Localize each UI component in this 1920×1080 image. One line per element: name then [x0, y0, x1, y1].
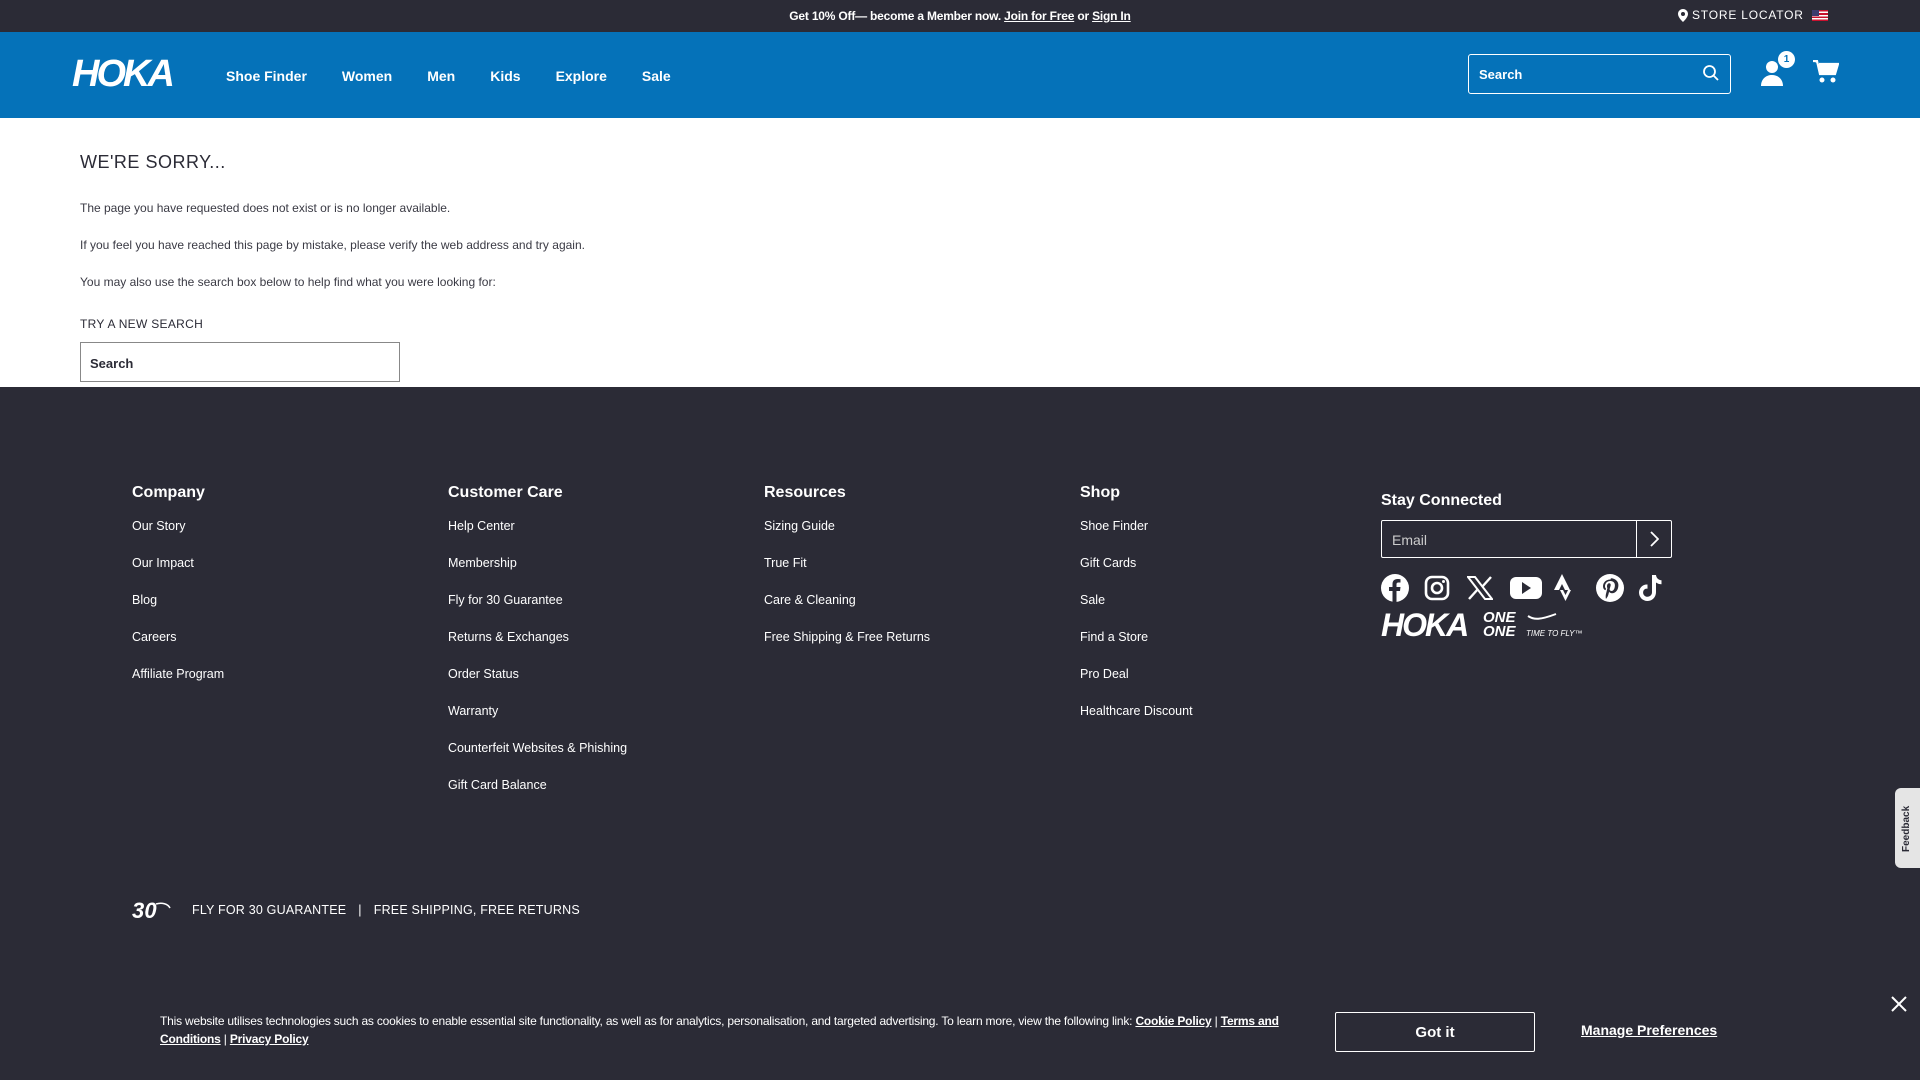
hoka-logo[interactable]: HOKA: [72, 52, 184, 92]
pinterest-icon[interactable]: [1596, 574, 1639, 602]
email-submit-button[interactable]: [1636, 521, 1671, 557]
cookie-separator: |: [1211, 1014, 1221, 1028]
footer-link[interactable]: Gift Cards: [1080, 556, 1193, 593]
chevron-right-icon: [1650, 531, 1659, 547]
location-pin-icon: [1678, 8, 1688, 22]
header-search-input[interactable]: [1479, 65, 1699, 83]
nav-explore[interactable]: Explore: [556, 68, 607, 84]
footer-link[interactable]: Fly for 30 Guarantee: [448, 593, 627, 630]
nav-sale[interactable]: Sale: [642, 68, 671, 84]
page-title: WE'RE SORRY...: [80, 152, 226, 172]
error-content: WE'RE SORRY... The page you have request…: [0, 118, 1920, 387]
footer-link[interactable]: Membership: [448, 556, 627, 593]
footer-link[interactable]: Blog: [132, 593, 224, 630]
manage-preferences-link[interactable]: Manage Preferences: [1581, 1022, 1717, 1038]
footer-link[interactable]: Returns & Exchanges: [448, 630, 627, 667]
cookie-separator: |: [220, 1032, 230, 1046]
error-message-3: You may also use the search box below to…: [80, 275, 496, 289]
footer-link[interactable]: Pro Deal: [1080, 667, 1193, 704]
footer-link[interactable]: Counterfeit Websites & Phishing: [448, 741, 627, 778]
svg-text:ONE: ONE: [1483, 623, 1517, 640]
error-message-1: The page you have requested does not exi…: [80, 201, 451, 215]
footer-link[interactable]: Our Impact: [132, 556, 224, 593]
nav-women[interactable]: Women: [342, 68, 392, 84]
guarantee-separator: |: [358, 903, 362, 917]
promo-text: Get 10% Off— become a Member now. Join f…: [0, 9, 1920, 23]
account-badge: 1: [1778, 51, 1795, 68]
footer-link[interactable]: Find a Store: [1080, 630, 1193, 667]
footer-col-customer-care: Customer Care Help Center Membership Fly…: [448, 484, 627, 815]
svg-text:HOKA: HOKA: [72, 53, 172, 92]
footer-link[interactable]: Care & Cleaning: [764, 593, 930, 630]
instagram-icon[interactable]: [1424, 574, 1467, 602]
footer-heading: Company: [132, 484, 205, 501]
footer-link[interactable]: Warranty: [448, 704, 627, 741]
footer-link[interactable]: Careers: [132, 630, 224, 667]
tiktok-icon[interactable]: [1639, 574, 1682, 602]
nav-shoe-finder[interactable]: Shoe Finder: [226, 68, 307, 84]
x-icon[interactable]: [1467, 574, 1510, 602]
footer-heading: Resources: [764, 484, 846, 501]
cart-icon[interactable]: [1813, 60, 1839, 84]
promo-bar: Get 10% Off— become a Member now. Join f…: [0, 0, 1920, 32]
footer-link[interactable]: Sizing Guide: [764, 519, 930, 556]
promo-or: or: [1074, 9, 1093, 23]
store-locator-label: STORE LOCATOR: [1692, 8, 1804, 22]
search-icon[interactable]: [1702, 64, 1720, 82]
footer-link[interactable]: Shoe Finder: [1080, 519, 1193, 556]
main-nav: Shoe Finder Women Men Kids Explore Sale: [226, 68, 706, 84]
nav-kids[interactable]: Kids: [490, 68, 520, 84]
svg-text:TIME TO FLY™: TIME TO FLY™: [1526, 629, 1582, 638]
footer-col-resources: Resources Sizing Guide True Fit Care & C…: [764, 484, 930, 667]
privacy-link[interactable]: Privacy Policy: [230, 1032, 309, 1046]
footer-link[interactable]: Free Shipping & Free Returns: [764, 630, 930, 667]
header-search: [1468, 54, 1731, 94]
svg-text:HOKA: HOKA: [1381, 608, 1467, 640]
site-header: HOKA Shoe Finder Women Men Kids Explore …: [0, 32, 1920, 118]
guarantee-text[interactable]: FLY FOR 30 GUARANTEE: [192, 903, 346, 917]
hoka-one-one-logo: HOKA ONE ONE TIME TO FLY™: [1381, 607, 1591, 645]
footer-link[interactable]: Our Story: [132, 519, 224, 556]
footer-link[interactable]: Order Status: [448, 667, 627, 704]
error-message-2: If you feel you have reached this page b…: [80, 238, 585, 252]
social-links: [1381, 574, 1682, 602]
facebook-icon[interactable]: [1381, 574, 1424, 602]
shipping-text[interactable]: FREE SHIPPING, FREE RETURNS: [374, 903, 580, 917]
feedback-label: Feedback: [1901, 805, 1912, 852]
stay-connected-heading: Stay Connected: [1381, 492, 1502, 509]
footer-link[interactable]: Help Center: [448, 519, 627, 556]
join-free-link[interactable]: Join for Free: [1004, 9, 1074, 23]
footer-heading: Shop: [1080, 484, 1120, 501]
newsletter-form: [1381, 520, 1672, 558]
footer-link[interactable]: Gift Card Balance: [448, 778, 627, 815]
feedback-tab[interactable]: Feedback: [1895, 788, 1920, 868]
sign-in-link[interactable]: Sign In: [1092, 9, 1131, 23]
youtube-icon[interactable]: [1510, 574, 1553, 602]
footer-col-shop: Shop Shoe Finder Gift Cards Sale Find a …: [1080, 484, 1193, 741]
strava-icon[interactable]: [1553, 574, 1596, 602]
footer-link[interactable]: Sale: [1080, 593, 1193, 630]
footer-link[interactable]: Healthcare Discount: [1080, 704, 1193, 741]
svg-text:30: 30: [132, 898, 157, 922]
footer-col-company: Company Our Story Our Impact Blog Career…: [132, 484, 224, 704]
footer-link[interactable]: True Fit: [764, 556, 930, 593]
page-search: [80, 342, 400, 382]
cookie-notice: This website utilises technologies such …: [160, 1012, 1320, 1048]
us-flag-icon[interactable]: [1812, 10, 1828, 21]
nav-men[interactable]: Men: [427, 68, 455, 84]
guarantee-strip: 30 FLY FOR 30 GUARANTEE | FREE SHIPPING,…: [132, 898, 580, 922]
footer-link[interactable]: Affiliate Program: [132, 667, 224, 704]
cookie-policy-link[interactable]: Cookie Policy: [1135, 1014, 1211, 1028]
cookie-message: This website utilises technologies such …: [160, 1014, 1136, 1028]
promo-message: Get 10% Off— become a Member now.: [789, 9, 1005, 23]
email-field[interactable]: [1392, 531, 1622, 549]
fly-30-badge-icon: 30: [132, 898, 171, 922]
store-locator-link[interactable]: STORE LOCATOR: [1678, 8, 1804, 22]
got-it-button[interactable]: Got it: [1335, 1012, 1535, 1052]
close-icon[interactable]: [1890, 995, 1908, 1013]
footer-heading: Customer Care: [448, 484, 563, 501]
page-search-input[interactable]: [90, 354, 380, 372]
try-search-label: TRY A NEW SEARCH: [80, 317, 204, 331]
